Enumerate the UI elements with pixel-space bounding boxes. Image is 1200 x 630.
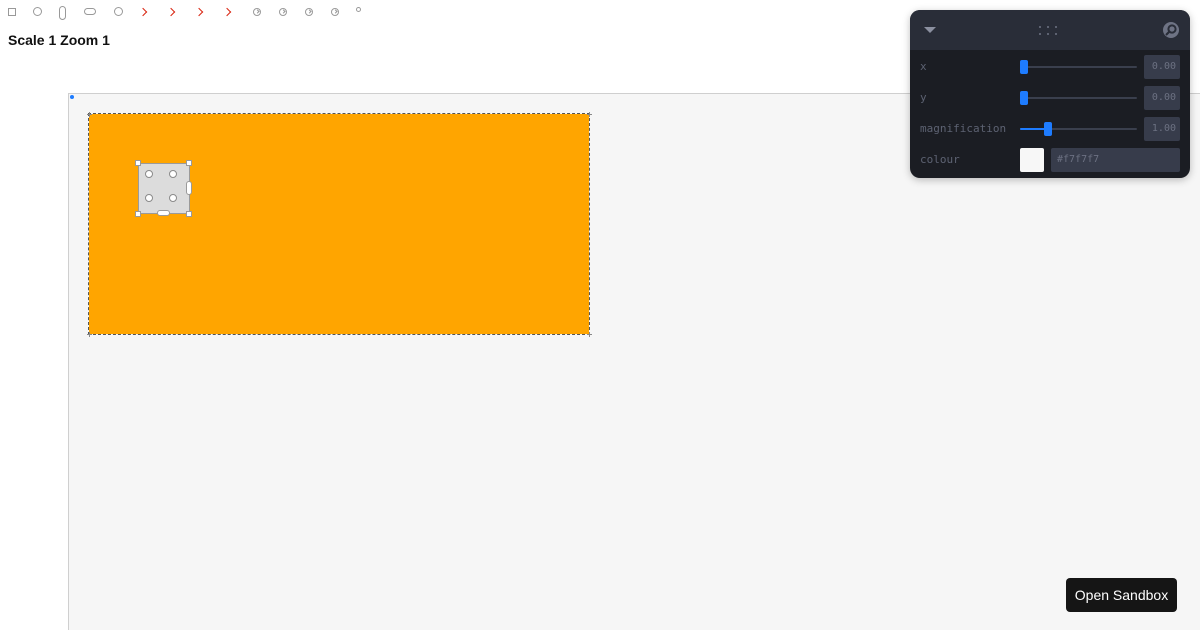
- chevron-right-icon[interactable]: [166, 7, 176, 17]
- circle-arrow-icon[interactable]: [279, 8, 287, 16]
- circle-arrow-icon[interactable]: [331, 8, 339, 16]
- chevron-right-icon[interactable]: [222, 7, 232, 17]
- small-dot-icon[interactable]: [356, 7, 361, 12]
- colour-value-input[interactable]: #f7f7f7: [1051, 148, 1180, 172]
- orange-frame[interactable]: [88, 113, 590, 335]
- magnification-slider[interactable]: [1020, 122, 1137, 136]
- x-slider-thumb[interactable]: [1020, 60, 1028, 74]
- resize-handle-right[interactable]: [186, 181, 192, 195]
- resize-handle-bottom[interactable]: [157, 210, 170, 216]
- page-title: Scale 1 Zoom 1: [8, 32, 110, 48]
- control-row-y: y 0.00: [910, 85, 1190, 111]
- panel-header[interactable]: [910, 10, 1190, 50]
- frame-corner-handle[interactable]: [587, 331, 592, 337]
- control-row-colour: colour #f7f7f7: [910, 147, 1190, 173]
- chevron-right-icon[interactable]: [194, 7, 204, 17]
- control-point[interactable]: [145, 194, 153, 202]
- control-row-magnification: magnification 1.00: [910, 116, 1190, 142]
- colour-swatch[interactable]: [1020, 148, 1044, 172]
- magnification-slider-thumb[interactable]: [1043, 122, 1052, 136]
- square-tool-icon[interactable]: [8, 8, 16, 16]
- control-point[interactable]: [169, 170, 177, 178]
- control-label-y: y: [920, 91, 927, 104]
- horizontal-pill-tool-icon[interactable]: [84, 8, 96, 15]
- control-row-x: x 0.00: [910, 54, 1190, 80]
- frame-corner-handle[interactable]: [87, 111, 92, 117]
- y-slider-thumb[interactable]: [1020, 91, 1028, 105]
- circle-arrow-icon[interactable]: [305, 8, 313, 16]
- circle-outline-tool-icon[interactable]: [114, 7, 123, 16]
- search-icon[interactable]: [1162, 21, 1180, 39]
- shape-toolbar: [0, 0, 400, 24]
- vertical-pill-tool-icon[interactable]: [59, 6, 66, 20]
- resize-handle-top-left[interactable]: [135, 160, 141, 166]
- collapse-caret-icon[interactable]: [924, 27, 936, 33]
- resize-handle-bottom-left[interactable]: [135, 211, 141, 217]
- magnification-value-input[interactable]: 1.00: [1144, 117, 1180, 141]
- y-slider[interactable]: [1020, 91, 1137, 105]
- control-label-magnification: magnification: [920, 122, 1007, 135]
- frame-corner-handle[interactable]: [87, 331, 92, 337]
- control-point[interactable]: [145, 170, 153, 178]
- drag-handle-icon[interactable]: [1039, 24, 1061, 36]
- x-value-input[interactable]: 0.00: [1144, 55, 1180, 79]
- controls-panel: x 0.00 y 0.00 magnification 1.00 colour …: [910, 10, 1190, 178]
- control-label-x: x: [920, 60, 927, 73]
- open-sandbox-button[interactable]: Open Sandbox: [1066, 578, 1177, 612]
- resize-handle-top-right[interactable]: [186, 160, 192, 166]
- frame-corner-handle[interactable]: [587, 111, 592, 117]
- control-point[interactable]: [169, 194, 177, 202]
- control-label-colour: colour: [920, 153, 960, 166]
- x-slider[interactable]: [1020, 60, 1137, 74]
- circle-tool-icon[interactable]: [33, 7, 42, 16]
- resize-handle-bottom-right[interactable]: [186, 211, 192, 217]
- y-value-input[interactable]: 0.00: [1144, 86, 1180, 110]
- origin-marker: [70, 95, 74, 99]
- chevron-right-icon[interactable]: [138, 7, 148, 17]
- circle-arrow-icon[interactable]: [253, 8, 261, 16]
